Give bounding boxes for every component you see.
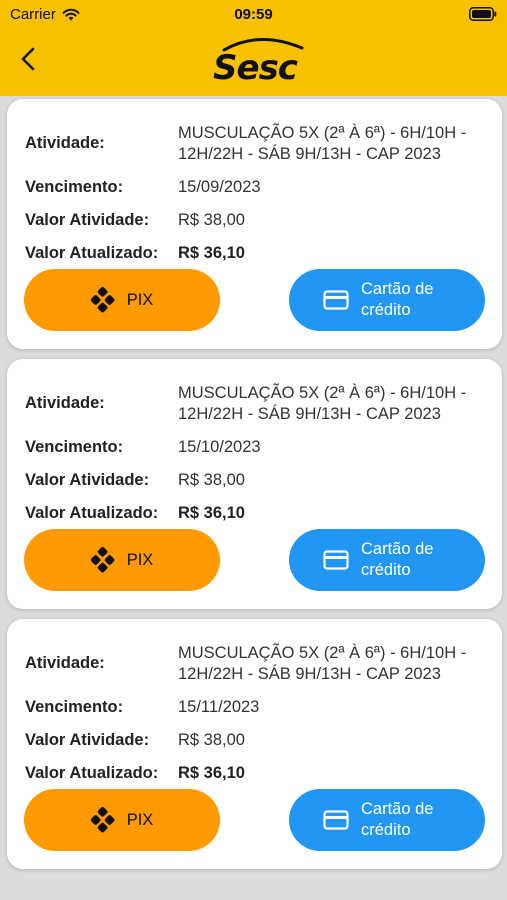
credit-card-button[interactable]: Cartão de crédito	[289, 529, 485, 591]
activity-value-amount: R$ 38,00	[178, 731, 245, 749]
payment-card: Atividade: MUSCULAÇÃO 5X (2ª À 6ª) - 6H/…	[7, 359, 502, 609]
pix-icon	[90, 807, 117, 833]
pix-button[interactable]: PIX	[24, 789, 220, 851]
status-bar: Carrier 09:59	[0, 0, 507, 30]
updated-value-label: Valor Atualizado:	[25, 244, 159, 262]
activity-value-label: Valor Atividade:	[25, 731, 150, 749]
app-header: Carrier 09:59 Sesc	[0, 0, 507, 96]
pix-label: PIX	[126, 810, 154, 829]
pix-label: PIX	[126, 290, 154, 309]
payment-card: Atividade: MUSCULAÇÃO 5X (2ª À 6ª) - 6H/…	[7, 619, 502, 869]
payment-card: Atividade: MUSCULAÇÃO 5X (2ª À 6ª) - 6H/…	[7, 99, 502, 349]
updated-value-label: Valor Atualizado:	[25, 764, 159, 782]
credit-card-label: Cartão de crédito	[361, 800, 434, 839]
activity-value-amount: R$ 38,00	[178, 211, 245, 229]
updated-value-label: Valor Atualizado:	[25, 504, 159, 522]
chevron-left-icon	[21, 47, 35, 71]
credit-card-icon	[323, 550, 349, 570]
credit-card-button[interactable]: Cartão de crédito	[289, 269, 485, 331]
activity-label: Atividade:	[25, 394, 105, 412]
credit-card-label: Cartão de crédito	[361, 280, 434, 319]
due-date-label: Vencimento:	[25, 438, 124, 456]
activity-value: MUSCULAÇÃO 5X (2ª À 6ª) - 6H/10H - 12H/2…	[178, 644, 467, 683]
updated-value-amount: R$ 36,10	[178, 504, 245, 522]
activity-value: MUSCULAÇÃO 5X (2ª À 6ª) - 6H/10H - 12H/2…	[178, 124, 467, 163]
pix-icon	[90, 547, 117, 573]
updated-value-amount: R$ 36,10	[178, 244, 245, 262]
activity-label: Atividade:	[25, 134, 105, 152]
activity-value-label: Valor Atividade:	[25, 211, 150, 229]
updated-value-amount: R$ 36,10	[178, 764, 245, 782]
pix-icon	[90, 287, 117, 313]
due-date-label: Vencimento:	[25, 178, 124, 196]
due-date-value: 15/11/2023	[178, 698, 260, 716]
back-button[interactable]	[14, 44, 44, 74]
due-date-value: 15/10/2023	[178, 438, 261, 456]
pix-label: PIX	[126, 550, 154, 569]
activity-label: Atividade:	[25, 654, 105, 672]
pix-button[interactable]: PIX	[24, 269, 220, 331]
due-date-label: Vencimento:	[25, 698, 124, 716]
credit-card-button[interactable]: Cartão de crédito	[289, 789, 485, 851]
activity-value: MUSCULAÇÃO 5X (2ª À 6ª) - 6H/10H - 12H/2…	[178, 384, 467, 423]
due-date-value: 15/09/2023	[178, 178, 261, 196]
activity-value-amount: R$ 38,00	[178, 471, 245, 489]
battery-icon	[469, 7, 497, 25]
credit-card-icon	[323, 810, 349, 830]
activity-value-label: Valor Atividade:	[25, 471, 150, 489]
status-time: 09:59	[234, 6, 273, 23]
logo-text: Sesc	[213, 48, 298, 88]
pix-button[interactable]: PIX	[24, 529, 220, 591]
sesc-logo: Sesc	[204, 36, 306, 88]
credit-card-label: Cartão de crédito	[361, 540, 434, 579]
credit-card-icon	[323, 290, 349, 310]
